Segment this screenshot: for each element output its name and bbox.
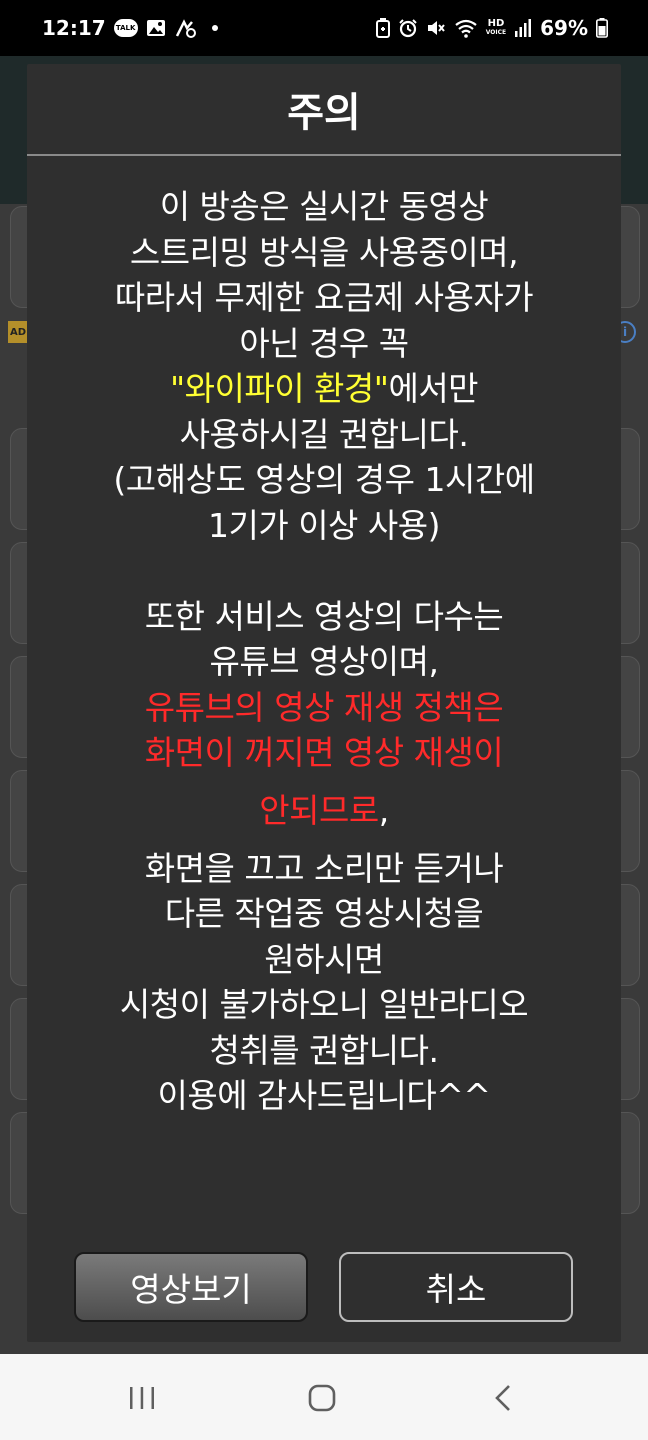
voice-label: VOICE [485,29,507,36]
message-line: 화면을 끄고 소리만 듣거나 [144,848,504,888]
message-text: , [378,790,390,830]
battery-saver-icon [375,18,390,38]
message-spacer [37,548,611,594]
background-ad-badge: AD [8,321,28,343]
message-line: 또한 서비스 영상의 다수는 [144,596,504,636]
talk-label: TALK [113,19,138,37]
alarm-icon [398,18,418,38]
dot-icon [211,25,218,31]
hd-label: HD [487,18,505,29]
status-bar: 12:17 TALK HD VOICE 69% [0,0,648,56]
message-line: 원하시면 [264,939,384,979]
status-time: 12:17 [42,16,106,40]
message-line: 이 방송은 실시간 동영상 [159,187,489,226]
message-line: 사용하시길 권합니다. [179,414,469,454]
wifi-icon [454,18,478,38]
message-line: 다른 작업중 영상시청을 [164,894,484,933]
message-line: 청취를 권합니다. [209,1030,440,1070]
back-icon[interactable] [474,1376,534,1420]
home-icon[interactable] [292,1376,352,1420]
vibrate-icon [174,18,198,38]
warning-red-text: 안되므로 [259,790,379,830]
status-left: 12:17 TALK [42,16,218,40]
gallery-icon [146,19,166,37]
cancel-button[interactable]: 취소 [339,1252,573,1322]
dialog-title: 주의 [287,90,361,136]
message-text: 에서만 [388,369,479,408]
notice-dialog: 주의 이 방송은 실시간 동영상 스트리밍 방식을 사용중이며, 따라서 무제한… [27,64,621,1342]
status-right: HD VOICE 69% [375,16,608,40]
message-line: "와이파이 환경"에서만 [37,366,611,412]
message-line: 유튜브 영상이며, [209,642,440,681]
kakaotalk-icon: TALK [113,19,138,37]
watch-video-button[interactable]: 영상보기 [74,1252,308,1322]
hd-voice-icon: HD VOICE [486,19,506,37]
message-line: (고해상도 영상의 경우 1시간에 [113,460,535,499]
message-line: 시청이 불가하오니 일반라디오 [119,985,529,1024]
message-line: 이용에 감사드립니다^^ [157,1076,491,1115]
recent-apps-icon[interactable] [112,1376,172,1420]
message-line: 따라서 무제한 요금제 사용자가 [114,278,534,317]
mute-icon [426,18,446,38]
message-line: 아닌 경우 꼭 [239,323,409,363]
navigation-bar [0,1354,648,1440]
wifi-highlight-text: "와이파이 환경" [169,369,389,408]
warning-red-line: 유튜브의 영상 재생 정책은 [144,687,504,727]
message-line: 스트리밍 방식을 사용중이며, [129,232,519,272]
battery-percent: 69% [540,16,588,40]
warning-red-line: 화면이 꺼지면 영상 재생이 [144,733,504,772]
signal-icon [514,19,532,37]
title-divider [27,154,621,156]
battery-icon [596,18,608,38]
message-line: 1기가 이상 사용) [207,505,441,545]
message-line: 안되므로, [37,776,611,846]
dialog-message: 이 방송은 실시간 동영상 스트리밍 방식을 사용중이며, 따라서 무제한 요금… [37,184,611,1119]
